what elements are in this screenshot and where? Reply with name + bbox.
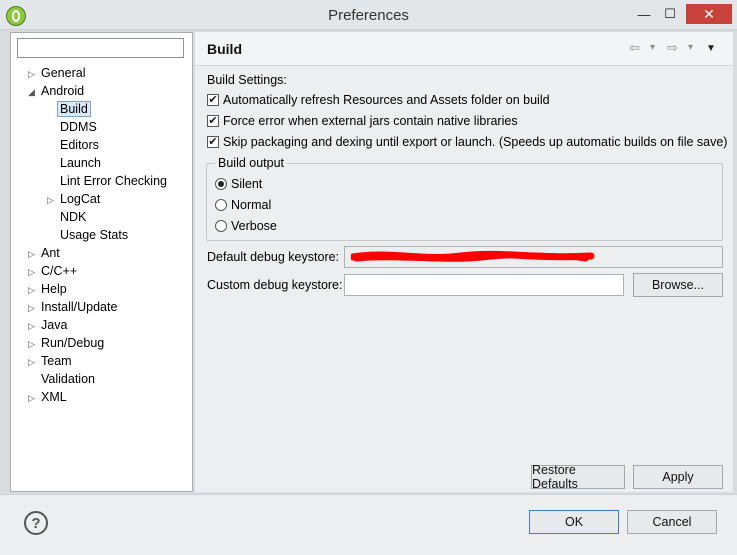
checkbox-1[interactable]: ✔ <box>207 94 219 106</box>
collapsed-arrow-icon[interactable]: ▷ <box>28 353 35 371</box>
default-keystore-label: Default debug keystore: <box>207 250 340 264</box>
tree-item-lint-error-checking[interactable]: Lint Error Checking <box>60 172 167 190</box>
collapsed-arrow-icon[interactable]: ▷ <box>47 191 54 209</box>
tree-item-ddms[interactable]: DDMS <box>60 118 97 136</box>
tree-item-label: DDMS <box>60 120 97 134</box>
collapsed-arrow-icon[interactable]: ▷ <box>28 299 35 317</box>
tree-item-validation[interactable]: Validation <box>41 370 95 388</box>
minimize-button[interactable]: — <box>630 4 658 24</box>
tree-item-label: Ant <box>41 246 60 260</box>
checkbox-3[interactable]: ✔ <box>207 136 219 148</box>
radio-label-normal[interactable]: Normal <box>231 198 271 212</box>
tree-item-label: Team <box>41 354 72 368</box>
back-arrow-icon[interactable]: ⇦ <box>629 40 640 56</box>
page-title: Build <box>207 41 242 57</box>
forward-arrow-icon[interactable]: ⇨ <box>667 40 678 56</box>
tree-item-label: Build <box>57 101 91 117</box>
tree-item-label: Validation <box>41 372 95 386</box>
redaction-scribble <box>351 250 595 262</box>
tree-item-xml[interactable]: ▷ XML <box>28 388 67 406</box>
collapsed-arrow-icon[interactable]: ▷ <box>28 281 35 299</box>
tree-item-label: Android <box>41 84 85 98</box>
preferences-tree-panel: ▷ General ◢ Android Build DDMS Editors Launch Li… <box>10 32 193 492</box>
radio-normal[interactable] <box>215 199 227 211</box>
tree-item-c-c-[interactable]: ▷ C/C++ <box>28 262 78 280</box>
tree-item-label: NDK <box>60 210 87 224</box>
window-title: Preferences <box>328 7 409 24</box>
filter-input[interactable] <box>17 38 184 58</box>
custom-keystore-input[interactable] <box>344 274 624 296</box>
dialog-button-bar: ? OK Cancel <box>0 494 737 555</box>
maximize-button[interactable]: ☐ <box>656 4 684 24</box>
tree-item-label: Install/Update <box>41 300 118 314</box>
tree-item-run-debug[interactable]: ▷ Run/Debug <box>28 334 105 352</box>
checkbox-label-3[interactable]: Skip packaging and dexing until export o… <box>223 135 727 149</box>
ok-button[interactable]: OK <box>529 510 619 534</box>
radio-label-silent[interactable]: Silent <box>231 177 262 191</box>
tree-item-label: Usage Stats <box>60 228 129 242</box>
tree-item-general[interactable]: ▷ General <box>28 64 86 82</box>
expanded-arrow-icon[interactable]: ◢ <box>28 83 35 101</box>
tree-item-ndk[interactable]: NDK <box>60 208 86 226</box>
collapsed-arrow-icon[interactable]: ▷ <box>28 317 35 335</box>
check-mark-icon: ✔ <box>208 115 218 127</box>
tree-item-label: Editors <box>60 138 99 152</box>
collapsed-arrow-icon[interactable]: ▷ <box>28 389 35 407</box>
tree-item-label: XML <box>41 390 67 404</box>
tree-item-team[interactable]: ▷ Team <box>28 352 72 370</box>
preference-page: Build ⇦ ▾ ⇨ ▾ ▼ Build Settings: ✔ Automat… <box>195 32 733 492</box>
cancel-button[interactable]: Cancel <box>627 510 717 534</box>
tree-item-label: C/C++ <box>41 264 78 278</box>
page-header: Build ⇦ ▾ ⇨ ▾ ▼ <box>195 32 733 66</box>
close-button[interactable]: ✕ <box>686 4 732 24</box>
checkbox-2[interactable]: ✔ <box>207 115 219 127</box>
browse-button[interactable]: Browse... <box>633 273 723 297</box>
build-output-group: Build output Silent Normal Verbose <box>206 156 723 241</box>
collapsed-arrow-icon[interactable]: ▷ <box>28 335 35 353</box>
tree-item-label: General <box>41 66 86 80</box>
tree-item-label: Help <box>41 282 67 296</box>
restore-defaults-button[interactable]: Restore Defaults <box>531 463 625 491</box>
tree-item-launch[interactable]: Launch <box>60 154 101 172</box>
default-keystore-field <box>344 246 723 268</box>
tree-item-android[interactable]: ◢ Android <box>28 82 85 100</box>
radio-verbose[interactable] <box>215 220 227 232</box>
apply-button[interactable]: Apply <box>633 465 723 489</box>
tree-item-label: Run/Debug <box>41 336 105 350</box>
tree-item-usage-stats[interactable]: Usage Stats <box>60 226 128 244</box>
tree-item-ant[interactable]: ▷ Ant <box>28 244 60 262</box>
checkbox-label-1[interactable]: Automatically refresh Resources and Asse… <box>223 93 550 107</box>
back-history-dropdown-icon[interactable]: ▾ <box>650 42 655 53</box>
tree-item-label: Lint Error Checking <box>60 174 167 188</box>
collapsed-arrow-icon[interactable]: ▷ <box>28 263 35 281</box>
tree-item-label: LogCat <box>60 192 101 206</box>
tree-item-build[interactable]: Build <box>57 100 91 118</box>
check-mark-icon: ✔ <box>208 136 218 148</box>
forward-history-dropdown-icon[interactable]: ▾ <box>688 42 693 53</box>
tree-item-java[interactable]: ▷ Java <box>28 316 68 334</box>
radio-selected-dot <box>218 181 224 187</box>
tree-item-help[interactable]: ▷ Help <box>28 280 67 298</box>
checkbox-label-2[interactable]: Force error when external jars contain n… <box>223 114 518 128</box>
tree-item-editors[interactable]: Editors <box>60 136 99 154</box>
build-output-title: Build output <box>215 156 288 170</box>
tree-item-install-update[interactable]: ▷ Install/Update <box>28 298 118 316</box>
collapsed-arrow-icon[interactable]: ▷ <box>28 245 35 263</box>
build-settings-label: Build Settings: <box>207 73 287 87</box>
custom-keystore-label: Custom debug keystore: <box>207 278 343 292</box>
radio-label-verbose[interactable]: Verbose <box>231 219 277 233</box>
radio-silent[interactable] <box>215 178 227 190</box>
help-icon[interactable]: ? <box>24 511 48 535</box>
tree-item-label: Launch <box>60 156 102 170</box>
collapsed-arrow-icon[interactable]: ▷ <box>28 65 35 83</box>
check-mark-icon: ✔ <box>208 94 218 106</box>
tree-item-logcat[interactable]: ▷ LogCat <box>47 190 101 208</box>
view-menu-icon[interactable]: ▼ <box>706 43 716 54</box>
tree-item-label: Java <box>41 318 68 332</box>
